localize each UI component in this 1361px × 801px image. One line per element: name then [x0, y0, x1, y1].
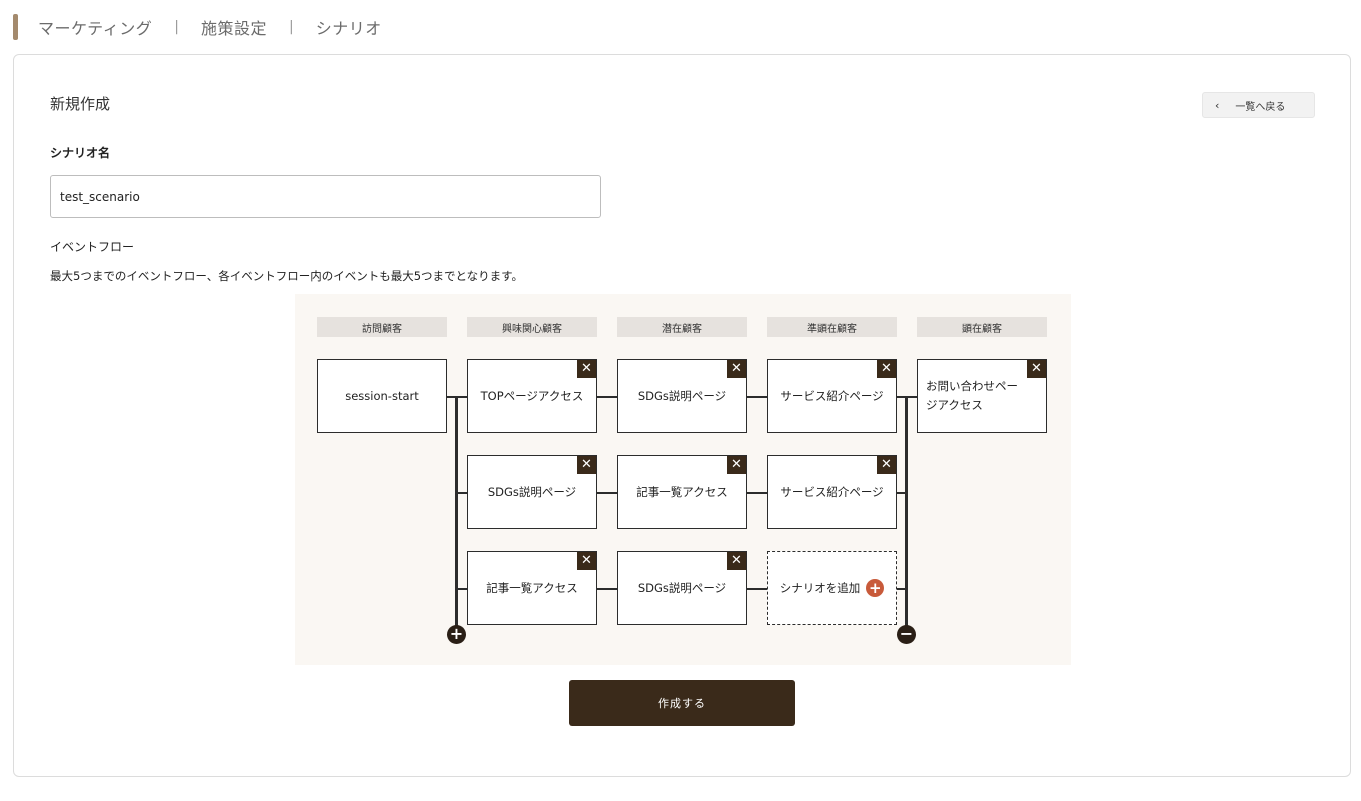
node-label: お問い合わせページアクセス	[926, 379, 1018, 412]
node-label: 記事一覧アクセス	[636, 485, 728, 499]
breadcrumb-separator: |	[288, 19, 294, 35]
connector-line	[597, 396, 617, 398]
delete-node-icon[interactable]: ✕	[727, 456, 746, 474]
node-label: TOPページアクセス	[480, 389, 584, 403]
node-label: session-start	[345, 389, 419, 403]
delete-node-icon[interactable]: ✕	[1027, 360, 1046, 378]
connector-line	[597, 492, 617, 494]
connector-line	[897, 588, 906, 590]
breadcrumb-accent-bar	[13, 14, 18, 40]
add-scenario-node[interactable]: シナリオを追加 +	[767, 551, 897, 625]
event-node[interactable]: 記事一覧アクセス ✕	[467, 551, 597, 625]
branch-trunk-left	[455, 396, 458, 632]
connector-line	[747, 588, 767, 590]
event-flow-note: 最大5つまでのイベントフロー、各イベントフロー内のイベントも最大5つまでとなりま…	[50, 269, 524, 283]
event-flow-label: イベントフロー	[50, 240, 135, 254]
delete-node-icon[interactable]: ✕	[727, 360, 746, 378]
node-label: サービス紹介ページ	[780, 389, 884, 403]
breadcrumb-item-campaign-settings[interactable]: 施策設定	[201, 15, 267, 39]
connector-line	[897, 396, 917, 398]
branch-trunk-right	[905, 396, 908, 632]
event-node[interactable]: SDGs説明ページ ✕	[467, 455, 597, 529]
node-label: SDGs説明ページ	[487, 485, 577, 499]
event-node[interactable]: サービス紹介ページ ✕	[767, 455, 897, 529]
delete-node-icon[interactable]: ✕	[877, 360, 896, 378]
page-title: 新規作成	[50, 95, 111, 113]
remove-flow-icon[interactable]: −	[897, 625, 916, 644]
delete-node-icon[interactable]: ✕	[877, 456, 896, 474]
breadcrumb: マーケティング | 施策設定 | シナリオ	[13, 14, 382, 40]
breadcrumb-separator: |	[174, 19, 179, 35]
connector-line	[455, 588, 467, 590]
delete-node-icon[interactable]: ✕	[577, 552, 596, 570]
event-node[interactable]: サービス紹介ページ ✕	[767, 359, 897, 433]
event-flow-canvas: 訪問顧客 興味関心顧客 潜在顧客 準顕在顧客 顕在顧客 session-star…	[295, 294, 1071, 665]
add-scenario-label: シナリオを追加	[779, 581, 861, 595]
event-node[interactable]: SDGs説明ページ ✕	[617, 359, 747, 433]
breadcrumb-item-marketing[interactable]: マーケティング	[38, 15, 152, 39]
breadcrumb-item-scenario: シナリオ	[315, 19, 382, 38]
column-header-potential: 潜在顧客	[617, 317, 747, 337]
connector-line	[747, 492, 767, 494]
event-node[interactable]: SDGs説明ページ ✕	[617, 551, 747, 625]
column-header-interested: 興味関心顧客	[467, 317, 597, 337]
scenario-name-input[interactable]	[50, 175, 601, 218]
delete-node-icon[interactable]: ✕	[577, 456, 596, 474]
node-label: 記事一覧アクセス	[486, 581, 578, 595]
column-header-manifest: 顕在顧客	[917, 317, 1047, 337]
add-flow-icon[interactable]: +	[447, 625, 466, 644]
chevron-left-icon: ‹	[1215, 98, 1220, 112]
connector-line	[597, 588, 617, 590]
column-header-semi-manifest: 準顕在顧客	[767, 317, 897, 337]
back-button-label: 一覧へ戻る	[1235, 101, 1286, 113]
start-node[interactable]: session-start	[317, 359, 447, 433]
final-event-node[interactable]: お問い合わせページアクセス ✕	[917, 359, 1047, 433]
delete-node-icon[interactable]: ✕	[727, 552, 746, 570]
event-node[interactable]: TOPページアクセス ✕	[467, 359, 597, 433]
delete-node-icon[interactable]: ✕	[577, 360, 596, 378]
connector-line	[455, 492, 467, 494]
node-label: SDGs説明ページ	[637, 581, 727, 595]
node-label: SDGs説明ページ	[637, 389, 727, 403]
node-label: サービス紹介ページ	[780, 485, 884, 499]
back-to-list-button[interactable]: ‹ 一覧へ戻る	[1202, 92, 1315, 118]
create-button[interactable]: 作成する	[569, 680, 795, 726]
connector-line	[747, 396, 767, 398]
event-node[interactable]: 記事一覧アクセス ✕	[617, 455, 747, 529]
plus-circle-icon[interactable]: +	[866, 579, 885, 597]
column-header-visitor: 訪問顧客	[317, 317, 447, 337]
main-card: 新規作成 ‹ 一覧へ戻る シナリオ名 イベントフロー 最大5つまでのイベントフロ…	[13, 54, 1351, 777]
connector-line	[897, 492, 906, 494]
scenario-name-label: シナリオ名	[50, 146, 111, 160]
